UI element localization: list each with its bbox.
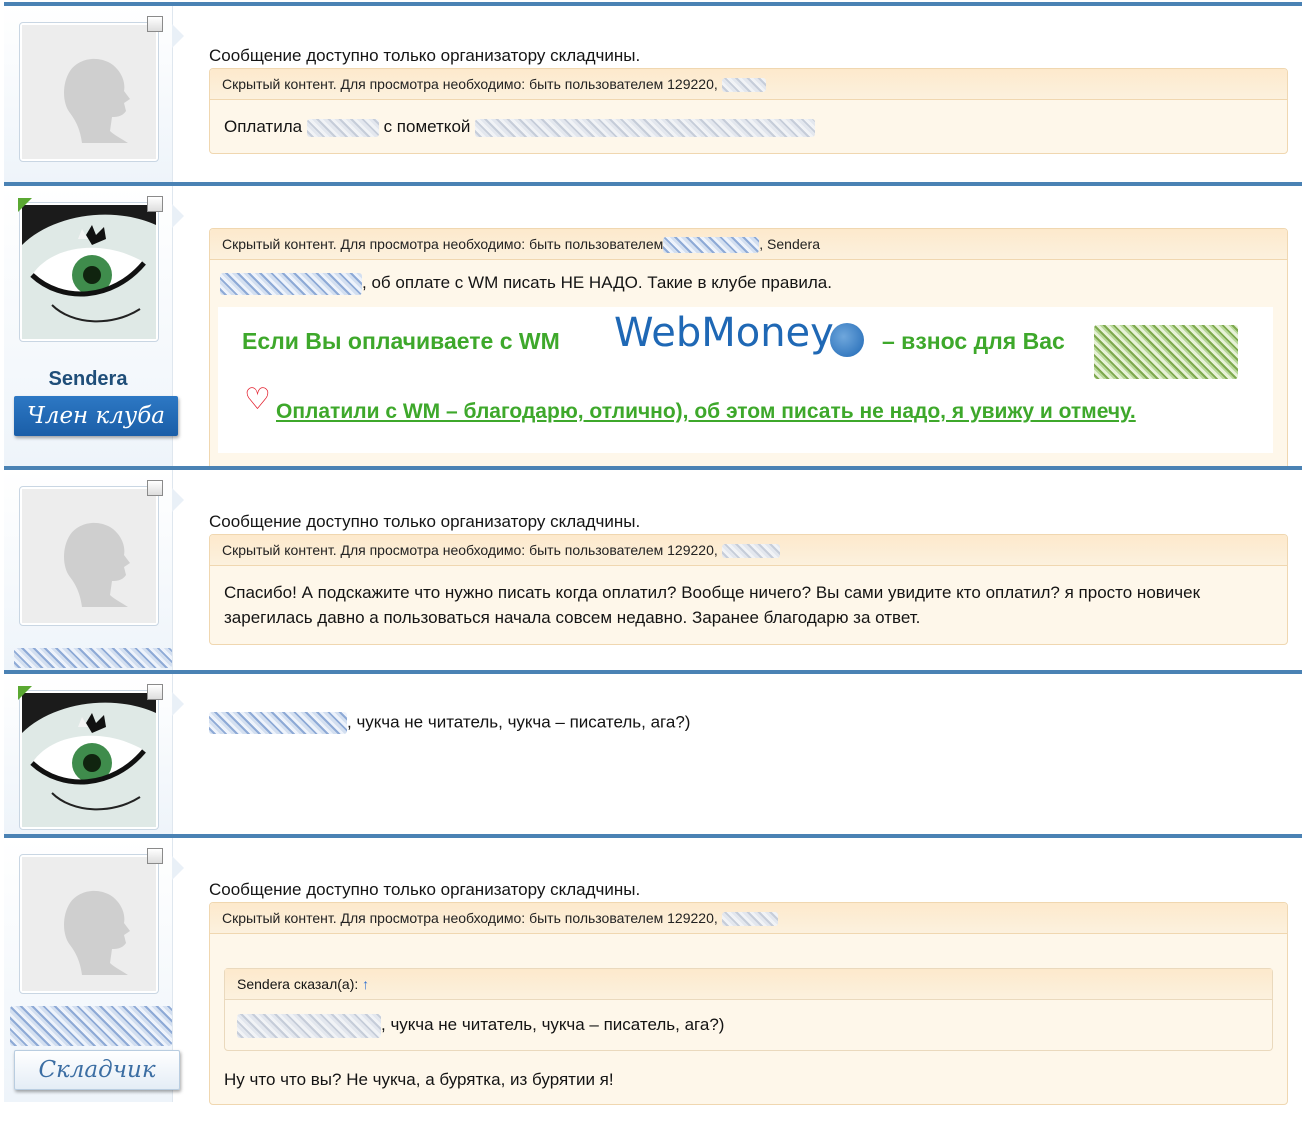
reply-text: Ну что что вы? Не чукча, а бурятка, из б… (224, 1069, 614, 1089)
online-indicator-icon (18, 686, 32, 700)
post-1: Сообщение доступно только организатору с… (4, 2, 1302, 184)
redacted-username (10, 1006, 172, 1046)
hidden-content-header: Скрытый контент. Для просмотра необходим… (210, 229, 1287, 260)
banner-line-2: Оплатили с WM – благодарю, отлично), об … (276, 400, 1136, 423)
select-post-checkbox[interactable] (147, 684, 163, 700)
user-column (4, 6, 173, 184)
webmoney-banner: Если Вы оплачиваете с WM WebMoney – взно… (218, 307, 1273, 453)
hidden-content-body: Оплатила с пометкой (210, 100, 1287, 153)
quote-body: , чукча не читатель, чукча – писатель, а… (225, 1000, 1272, 1050)
jump-to-quote-arrow-icon[interactable]: ↑ (362, 976, 369, 992)
hidden-content-body: Sendera сказал(а): ↑ , чукча не читатель… (210, 934, 1287, 1104)
eye-art-avatar-icon (22, 205, 156, 339)
quote-header: Sendera сказал(а): ↑ (225, 969, 1272, 1000)
hidden-content-body: , об оплате с WM писать НЕ НАДО. Такие в… (210, 260, 1287, 471)
redacted-username (220, 272, 362, 295)
quote-block: Sendera сказал(а): ↑ , чукча не читатель… (224, 968, 1273, 1051)
speech-arrow (172, 856, 184, 880)
user-title-banner: Член клуба (14, 396, 178, 436)
speech-arrow (172, 488, 184, 512)
user-column (4, 470, 173, 672)
hidden-content-box: Скрытый контент. Для просмотра необходим… (209, 228, 1288, 472)
default-avatar-icon (22, 25, 156, 159)
redacted-username (237, 1013, 381, 1038)
redacted-username (721, 912, 778, 927)
redacted-text (475, 118, 816, 137)
speech-arrow (172, 24, 184, 48)
hidden-content-header: Скрытый контент. Для просмотра необходим… (210, 903, 1287, 934)
avatar[interactable] (19, 486, 159, 626)
default-avatar-icon (22, 489, 156, 623)
hidden-content-box: Скрытый контент. Для просмотра необходим… (209, 902, 1288, 1105)
post-4: , чукча не читатель, чукча – писатель, а… (4, 670, 1302, 834)
banner-line-1-end: – взнос для Вас (882, 328, 1065, 354)
speech-arrow (172, 204, 184, 228)
user-column: Складчик (4, 838, 180, 1102)
hidden-content-body: Спасибо! А подскажите что нужно писать к… (224, 583, 1201, 627)
avatar[interactable] (19, 202, 159, 342)
redacted-username (721, 544, 780, 559)
hidden-content-box: Скрытый контент. Для просмотра необходим… (209, 534, 1288, 645)
user-column (4, 674, 173, 834)
avatar[interactable] (19, 22, 159, 162)
redacted-username (663, 237, 760, 254)
user-column: Sendera Член клуба (4, 186, 178, 468)
redacted-username (14, 648, 172, 668)
redacted-username (721, 78, 766, 93)
redacted-text (306, 118, 379, 137)
post-5: Складчик Сообщение доступно только орган… (4, 834, 1302, 1105)
webmoney-globe-icon (830, 323, 864, 357)
select-post-checkbox[interactable] (147, 848, 163, 864)
hidden-content-header: Скрытый контент. Для просмотра необходим… (210, 535, 1287, 566)
redacted-username (209, 712, 347, 734)
heart-icon: ♡ (244, 383, 271, 416)
avatar[interactable] (19, 854, 159, 994)
select-post-checkbox[interactable] (147, 196, 163, 212)
select-post-checkbox[interactable] (147, 16, 163, 32)
post-2: Sendera Член клуба Скрытый контент. Для … (4, 182, 1302, 472)
webmoney-logo: WebMoney (614, 310, 834, 356)
speech-arrow (172, 692, 184, 716)
organizer-only-notice: Сообщение доступно только организатору с… (209, 512, 641, 531)
avatar[interactable] (19, 690, 159, 830)
username-link[interactable]: Sendera (4, 368, 172, 391)
post-message: , чукча не читатель, чукча – писатель, а… (209, 712, 1288, 734)
organizer-only-notice: Сообщение доступно только организатору с… (209, 880, 641, 899)
hidden-content-header: Скрытый контент. Для просмотра необходим… (210, 69, 1287, 100)
default-avatar-icon (22, 857, 156, 991)
eye-art-avatar-icon (22, 693, 156, 827)
redacted-fee-amount (1094, 325, 1238, 379)
banner-line-1: Если Вы оплачиваете с WM (242, 328, 560, 354)
user-title-banner: Складчик (14, 1050, 180, 1090)
post-3: Сообщение доступно только организатору с… (4, 466, 1302, 672)
select-post-checkbox[interactable] (147, 480, 163, 496)
organizer-only-notice: Сообщение доступно только организатору с… (209, 46, 641, 65)
online-indicator-icon (18, 198, 32, 212)
hidden-content-box: Скрытый контент. Для просмотра необходим… (209, 68, 1288, 154)
